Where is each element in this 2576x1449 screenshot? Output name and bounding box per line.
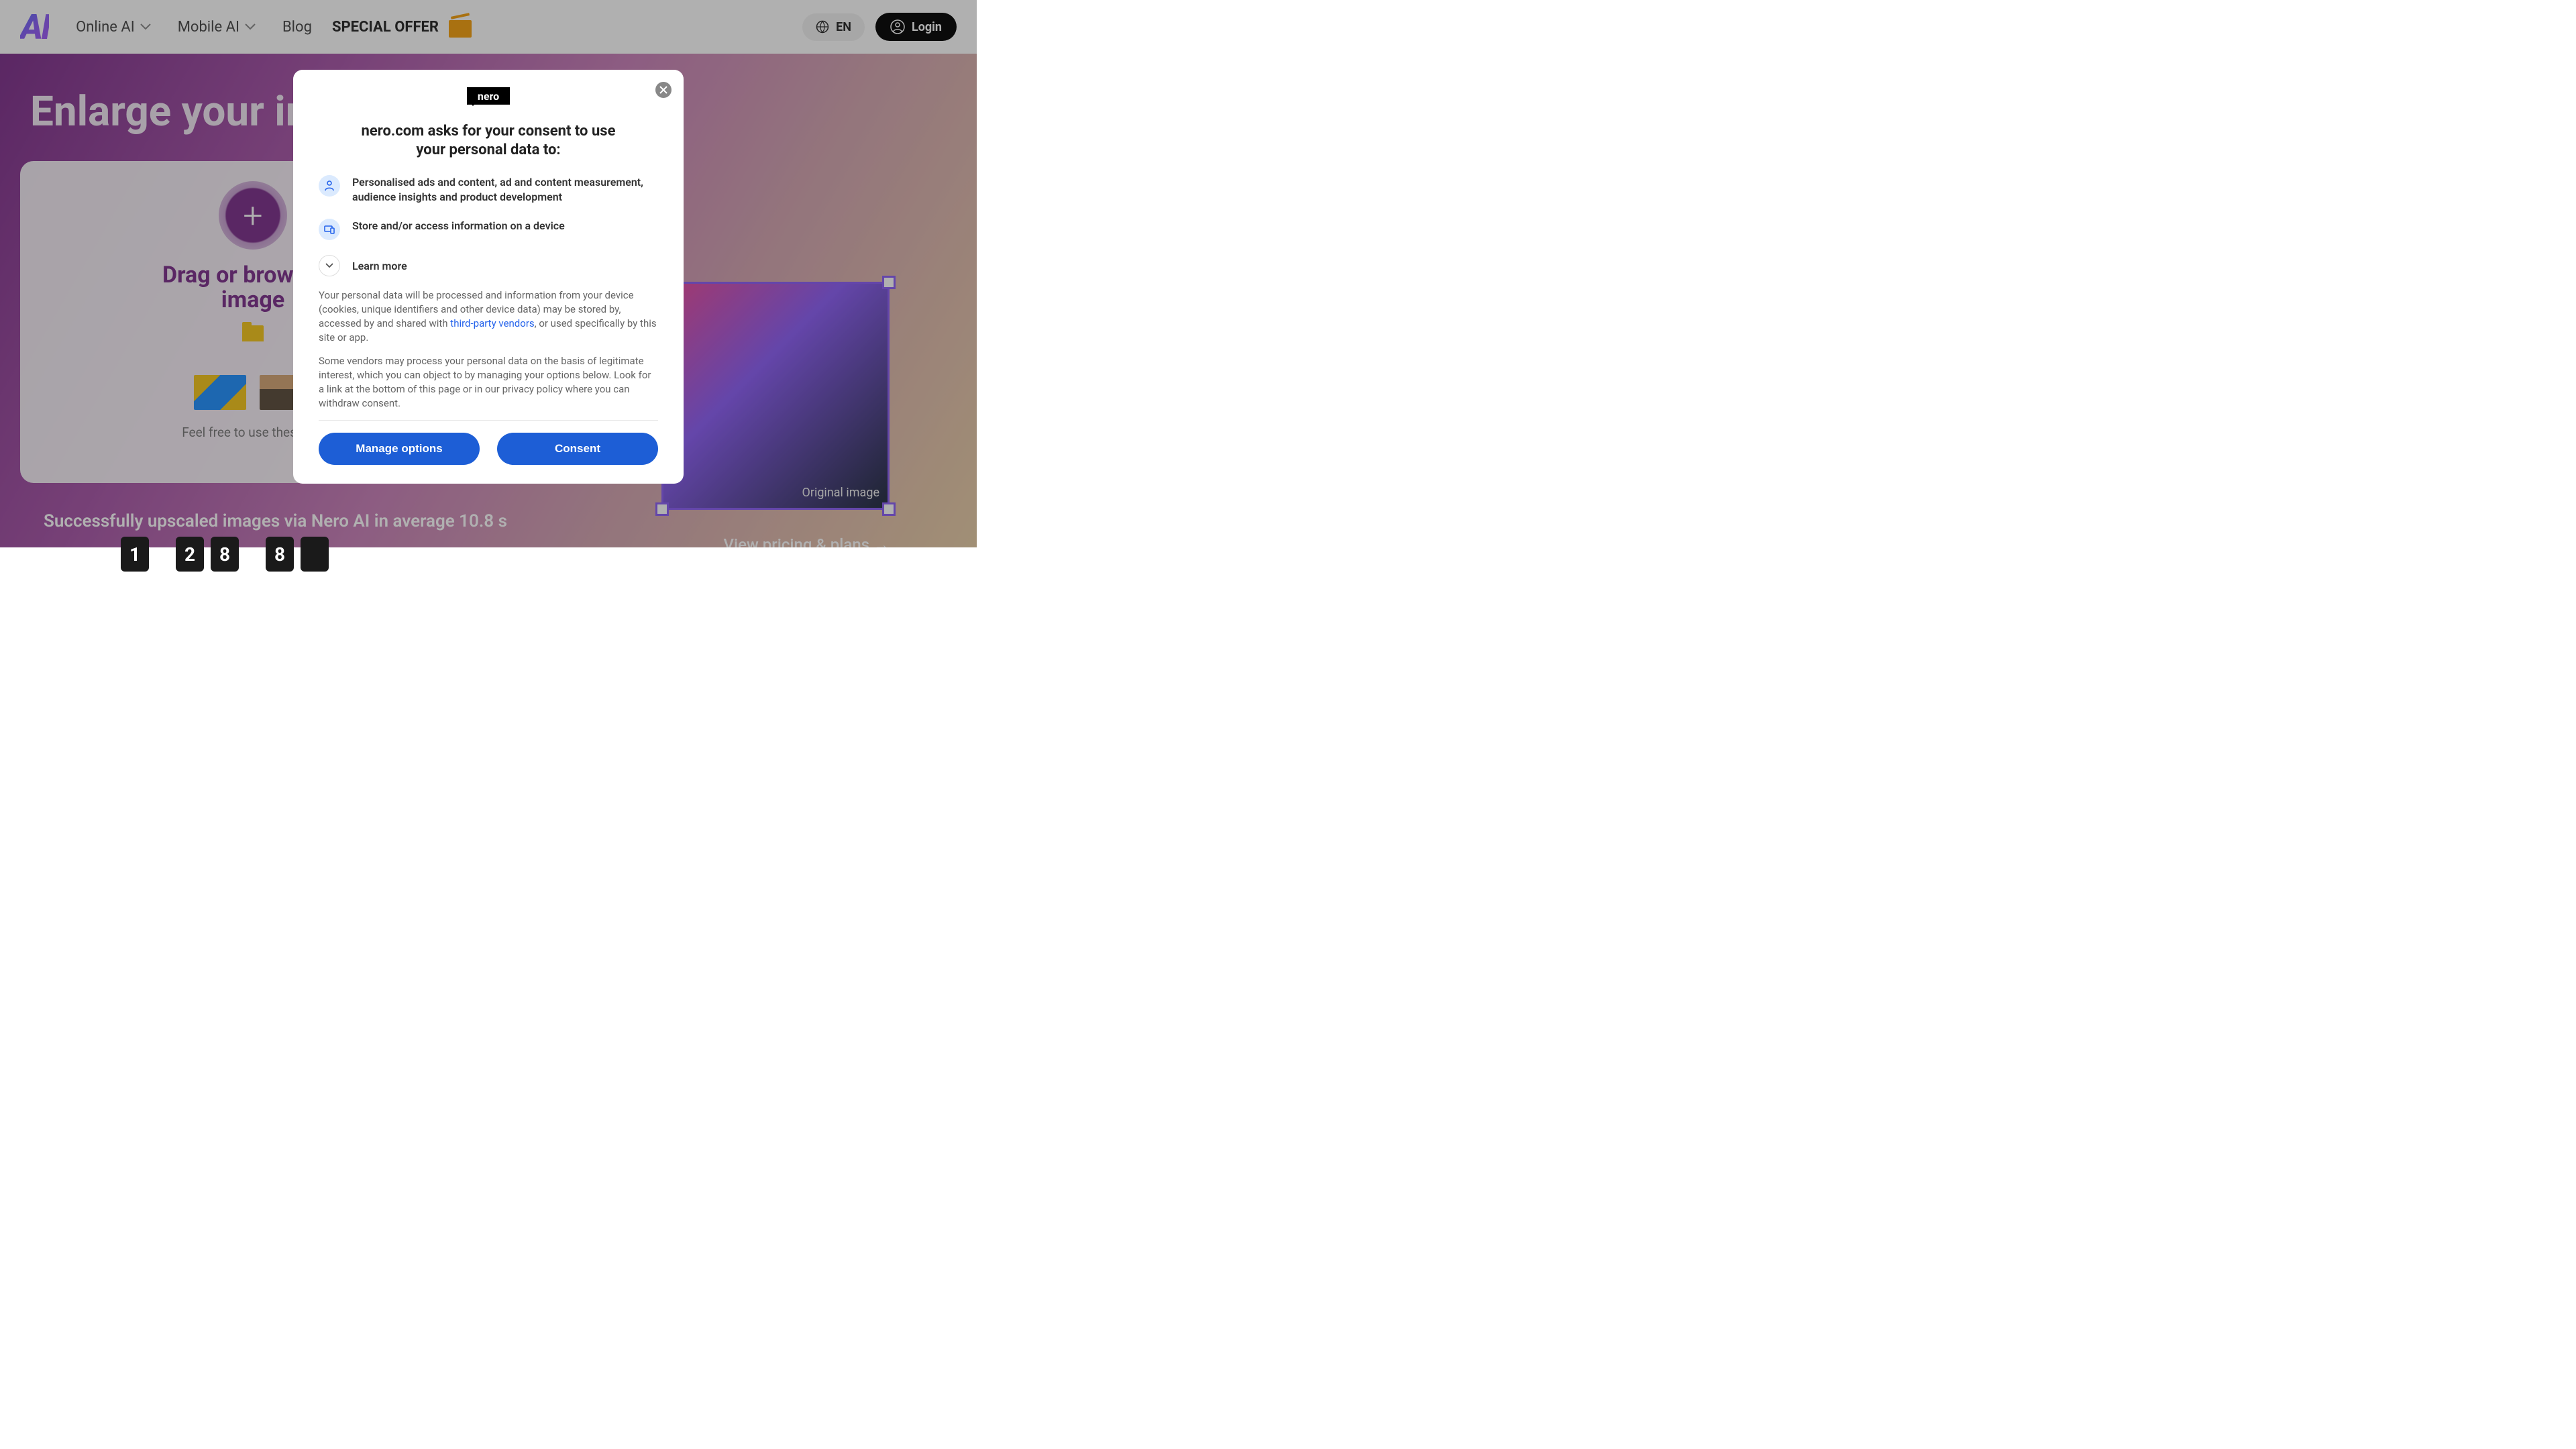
third-party-link[interactable]: third-party vendors — [450, 317, 534, 329]
learn-more-label: Learn more — [352, 260, 407, 272]
divider — [319, 420, 658, 421]
chevron-down-icon — [319, 255, 340, 276]
modal-title: nero.com asks for your consent to use yo… — [347, 122, 629, 159]
modal-paragraph-1: Your personal data will be processed and… — [319, 288, 658, 345]
close-button[interactable] — [655, 82, 672, 98]
consent-item-device-text: Store and/or access information on a dev… — [352, 219, 565, 233]
manage-options-button[interactable]: Manage options — [319, 433, 480, 465]
consent-item-ads: Personalised ads and content, ad and con… — [319, 175, 658, 204]
consent-item-device: Store and/or access information on a dev… — [319, 219, 658, 240]
learn-more-toggle[interactable]: Learn more — [319, 255, 658, 276]
consent-item-ads-text: Personalised ads and content, ad and con… — [352, 175, 658, 204]
device-icon — [319, 219, 340, 240]
consent-button[interactable]: Consent — [497, 433, 658, 465]
modal-buttons: Manage options Consent — [319, 433, 658, 465]
nero-logo: nero — [467, 87, 510, 105]
person-icon — [319, 175, 340, 197]
close-icon — [659, 86, 667, 94]
consent-modal: nero nero.com asks for your consent to u… — [293, 70, 684, 484]
modal-overlay[interactable]: nero nero.com asks for your consent to u… — [0, 0, 977, 547]
modal-paragraph-2: Some vendors may process your personal d… — [319, 354, 658, 411]
